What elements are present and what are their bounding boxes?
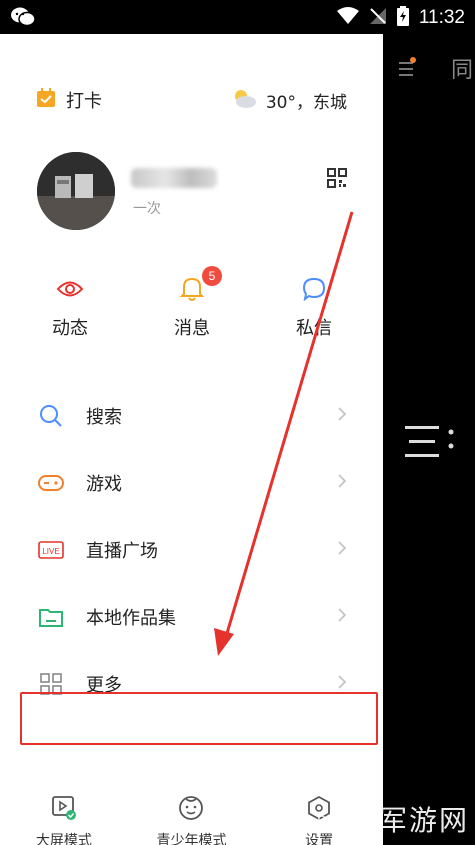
- status-bar: 11:32: [0, 0, 475, 34]
- profile-card[interactable]: 一次: [37, 152, 347, 232]
- menu-item-label: 游戏: [86, 473, 122, 495]
- teen-mode-button[interactable]: 青少年模式: [131, 794, 251, 845]
- quick-actions: 动态 5 消息 私信: [20, 266, 364, 344]
- unread-badge: 5: [202, 266, 222, 286]
- live-icon: LIVE: [38, 537, 64, 563]
- bottom-item-label: 大屏模式: [35, 833, 92, 845]
- big-screen-mode-button[interactable]: 大屏模式: [4, 794, 124, 845]
- watermark-logo-text: Bai: [316, 814, 345, 830]
- search-icon: [38, 403, 64, 429]
- more-options-icon[interactable]: [403, 422, 457, 466]
- wifi-icon: [336, 7, 359, 29]
- bell-icon: [179, 276, 205, 306]
- quick-action-label: 消息: [174, 318, 210, 339]
- qr-code-icon[interactable]: [327, 168, 347, 192]
- menu-item-label: 本地作品集: [86, 607, 176, 629]
- partly-sunny-icon: [230, 87, 258, 114]
- drawer-menu: 搜索 游戏 LIVE 直播广场 本地作品集 更多: [0, 382, 383, 717]
- drawer-top-row: 打卡 30°，东城: [36, 86, 347, 114]
- menu-item-label: 直播广场: [86, 540, 158, 562]
- menu-item-live-plaza[interactable]: LIVE 直播广场: [0, 516, 383, 583]
- big-screen-icon: [51, 795, 77, 825]
- battery-charging-icon: [396, 6, 409, 30]
- quick-action-dynamics[interactable]: 动态: [20, 274, 120, 344]
- chevron-right-icon: [337, 540, 347, 560]
- menu-item-search[interactable]: 搜索: [0, 382, 383, 449]
- chevron-right-icon: [337, 473, 347, 493]
- menu-notification-icon: [397, 56, 419, 84]
- menu-item-games[interactable]: 游戏: [0, 449, 383, 516]
- chevron-right-icon: [337, 674, 347, 694]
- live-icon-text: LIVE: [42, 547, 59, 556]
- menu-item-local-works[interactable]: 本地作品集: [0, 583, 383, 650]
- calendar-check-icon: [36, 87, 56, 113]
- menu-item-more[interactable]: 更多: [0, 650, 383, 717]
- checkin-button[interactable]: 打卡: [36, 87, 102, 113]
- wechat-notification-icon: [10, 6, 36, 32]
- status-time: 11:32: [418, 7, 465, 28]
- watermark: Bai 华军游网: [317, 799, 469, 839]
- checkin-label: 打卡: [66, 91, 102, 112]
- folder-icon: [38, 604, 64, 630]
- quick-action-messages[interactable]: 5 消息: [142, 266, 242, 344]
- teen-mode-icon: [178, 795, 204, 825]
- chevron-right-icon: [337, 607, 347, 627]
- menu-item-label: 搜索: [86, 406, 122, 428]
- gamepad-icon: [38, 470, 64, 496]
- weather-text: 30°，东城: [265, 92, 347, 113]
- menu-item-label: 更多: [86, 674, 122, 696]
- weather-widget[interactable]: 30°，东城: [230, 87, 347, 114]
- quick-action-private-messages[interactable]: 私信: [264, 274, 364, 344]
- right-pane-header-text: 同: [451, 58, 474, 83]
- grid-icon: [38, 671, 64, 697]
- background-app-pane[interactable]: 同: [383, 34, 475, 845]
- eye-icon: [56, 279, 84, 303]
- watermark-text: 华军游网: [348, 804, 469, 837]
- chevron-right-icon: [337, 406, 347, 426]
- profile-subtitle: 一次: [133, 201, 161, 217]
- username-blurred: [131, 168, 217, 188]
- chat-bubble-icon: [302, 277, 326, 305]
- side-drawer: 打卡 30°，东城 一次 动态 5 消息 私信 搜索 游戏 LIVE 直播广场 …: [0, 34, 383, 845]
- bottom-item-label: 青少年模式: [156, 833, 227, 845]
- quick-action-label: 私信: [296, 318, 332, 339]
- quick-action-label: 动态: [52, 318, 88, 339]
- avatar[interactable]: [37, 152, 115, 230]
- no-signal-icon: [369, 7, 387, 29]
